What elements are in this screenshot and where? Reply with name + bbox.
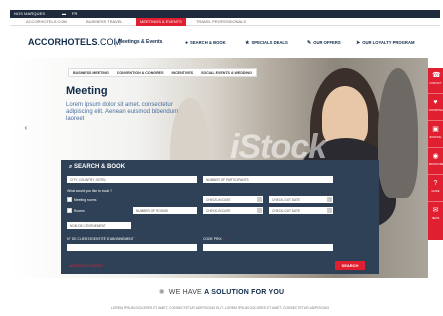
side-label: BROCHURE — [429, 163, 443, 166]
search-title: ⌕ SEARCH & BOOK — [69, 164, 125, 171]
site-logo[interactable]: ACCORHOTELS.COM — [28, 37, 121, 47]
num-rooms-input[interactable]: NUMBER OF ROOMS — [133, 207, 197, 214]
calendar-icon[interactable] — [257, 197, 262, 202]
nav-label: OUR LOYALTY PROGRAM — [362, 40, 415, 45]
subnav-convention[interactable]: CONVENTION & CONGRES — [113, 69, 168, 76]
checkout-meeting-input[interactable]: CHECK-OUT DATE — [269, 196, 333, 203]
promo-code-input[interactable] — [203, 244, 333, 251]
side-label: GUIDE — [431, 190, 440, 193]
subnav-business-meeting[interactable]: BUSINESS MEETING — [69, 69, 113, 76]
phone-icon: ☎ — [432, 72, 441, 79]
checkin-rooms-input[interactable]: CHECK-IN DATE — [203, 207, 263, 214]
side-contact[interactable]: ☎ CONTACT — [428, 68, 443, 94]
search-button[interactable]: SEARCH — [335, 261, 365, 270]
nav-label: SPECIALS DEALS — [251, 40, 288, 45]
sun-icon: ✺ — [158, 289, 165, 296]
hero-title: Meeting — [66, 85, 108, 97]
side-label: NEWS — [431, 217, 440, 220]
rooms-checkbox[interactable] — [67, 208, 72, 213]
side-menu: ☎ CONTACT ♥ FAVORITES ▣ BOOKING ◉ BROCHU… — [428, 68, 443, 240]
advanced-search-link[interactable]: ADVANCED SEARCH — [69, 264, 103, 268]
heart-icon: ♥ — [433, 99, 438, 106]
info-icon: ◉ — [432, 153, 439, 160]
logo-subtitle: Meetings & Events — [118, 39, 163, 45]
calendar-icon[interactable] — [257, 208, 262, 213]
logo-divider — [115, 38, 116, 47]
tab-travel-professionals[interactable]: TRAVEL PROFESSIONALS — [196, 19, 246, 24]
language-select[interactable]: FR — [72, 11, 78, 16]
calendar-icon[interactable] — [327, 208, 332, 213]
meeting-rooms-label: Meeting rooms — [74, 198, 97, 202]
meeting-rooms-checkbox[interactable] — [67, 197, 72, 202]
briefcase-icon: ▣ — [432, 126, 439, 133]
hero-person-face — [322, 86, 368, 146]
logo-main: ACCORHOTELS — [28, 37, 98, 47]
checkin-meeting-input[interactable]: CHECK-IN DATE — [203, 196, 263, 203]
checkout-rooms-input[interactable]: CHECK-OUT DATE — [269, 207, 333, 214]
plane-icon: ➤ — [356, 40, 361, 46]
tab-meetings-events[interactable]: MEETINGS & EVENTS — [136, 18, 186, 26]
customer-id-text: N° DE CLIENT/IDENTITÉ D'ABONNEMENT — [67, 237, 134, 241]
solution-text: LOREM IPSUM DOLORES ET AMET, CONSECTETUR… — [110, 306, 330, 310]
info-icon[interactable]: ? — [223, 237, 225, 241]
side-news[interactable]: ✉ NEWS — [428, 203, 443, 229]
search-title-text: SEARCH & BOOK — [74, 164, 126, 170]
star-icon: ★ — [245, 40, 250, 46]
nav-offers[interactable]: ✎ OUR OFFERS — [307, 40, 341, 46]
event-name-input[interactable]: NOM DE L'ÉVÉNEMENT — [67, 222, 131, 229]
tab-business-travel[interactable]: BUSINESS TRAVEL — [86, 19, 123, 24]
side-booking[interactable]: ▣ BOOKING — [428, 122, 443, 148]
side-guide[interactable]: ? GUIDE — [428, 176, 443, 202]
nav-specials[interactable]: ★ SPECIALS DEALS — [245, 40, 288, 46]
flag-icon: ▬ — [62, 11, 67, 16]
tab-accorhotels[interactable]: ACCORHOTELS.COM — [26, 19, 67, 24]
rooms-label: Rooms — [74, 209, 85, 213]
tag-icon: ✎ — [307, 40, 312, 46]
site-tabs: ACCORHOTELS.COM BUSINESS TRAVEL MEETINGS… — [10, 18, 440, 26]
hero-person-right — [378, 68, 418, 198]
carousel-prev-button[interactable]: ‹ — [20, 122, 32, 134]
hero-text: Lorem ipsum dolor sit amet, consectetur … — [66, 102, 179, 122]
side-label: CONTACT — [429, 82, 442, 85]
customer-id-input[interactable] — [67, 244, 197, 251]
city-input[interactable]: CITY, COUNTRY, HOTEL — [67, 176, 197, 183]
subnav-incentives[interactable]: INCENTIVES — [167, 69, 197, 76]
side-label: FAVORITES — [429, 109, 443, 112]
main-header: ACCORHOTELS.COM Meetings & Events ● SEARC… — [10, 26, 440, 58]
nav-loyalty[interactable]: ➤ OUR LOYALTY PROGRAM — [356, 40, 414, 46]
hero-subnav: BUSINESS MEETING CONVENTION & CONGRES IN… — [68, 68, 257, 77]
side-favorites[interactable]: ♥ FAVORITES — [428, 95, 443, 121]
nav-label: SEARCH & BOOK — [190, 40, 226, 45]
search-book-panel: ⌕ SEARCH & BOOK CITY, COUNTRY, HOTEL NUM… — [61, 160, 379, 274]
solution-pre: WE HAVE — [168, 289, 202, 296]
what-need-label: What would you like to book ? — [67, 189, 113, 193]
question-icon: ? — [433, 180, 438, 187]
subnav-social-events[interactable]: SOCIAL EVENTS & WEDDING — [197, 69, 256, 76]
nav-label: OUR OFFERS — [313, 40, 341, 45]
solution-bold: A SOLUTION FOR YOU — [204, 289, 285, 296]
brands-link[interactable]: NOS MARQUES — [14, 11, 45, 16]
customer-id-label: N° DE CLIENT/IDENTITÉ D'ABONNEMENT ? — [67, 237, 137, 241]
solution-heading: ✺ WE HAVE A SOLUTION FOR YOU — [0, 288, 443, 296]
mail-icon: ✉ — [432, 207, 439, 214]
promo-code-text: CODE PRIX — [203, 237, 222, 241]
promo-code-label: CODE PRIX ? — [203, 237, 225, 241]
calendar-icon[interactable] — [327, 197, 332, 202]
info-icon[interactable]: ? — [135, 237, 137, 241]
side-brochure[interactable]: ◉ BROCHURE — [428, 149, 443, 175]
participants-input[interactable]: NUMBER OF PARTICIPANTS — [203, 176, 333, 183]
nav-search-book[interactable]: ● SEARCH & BOOK — [185, 40, 226, 46]
pin-icon: ● — [185, 40, 189, 46]
side-label: BOOKING — [429, 136, 442, 139]
top-bar: NOS MARQUES ▬ FR — [10, 10, 440, 18]
